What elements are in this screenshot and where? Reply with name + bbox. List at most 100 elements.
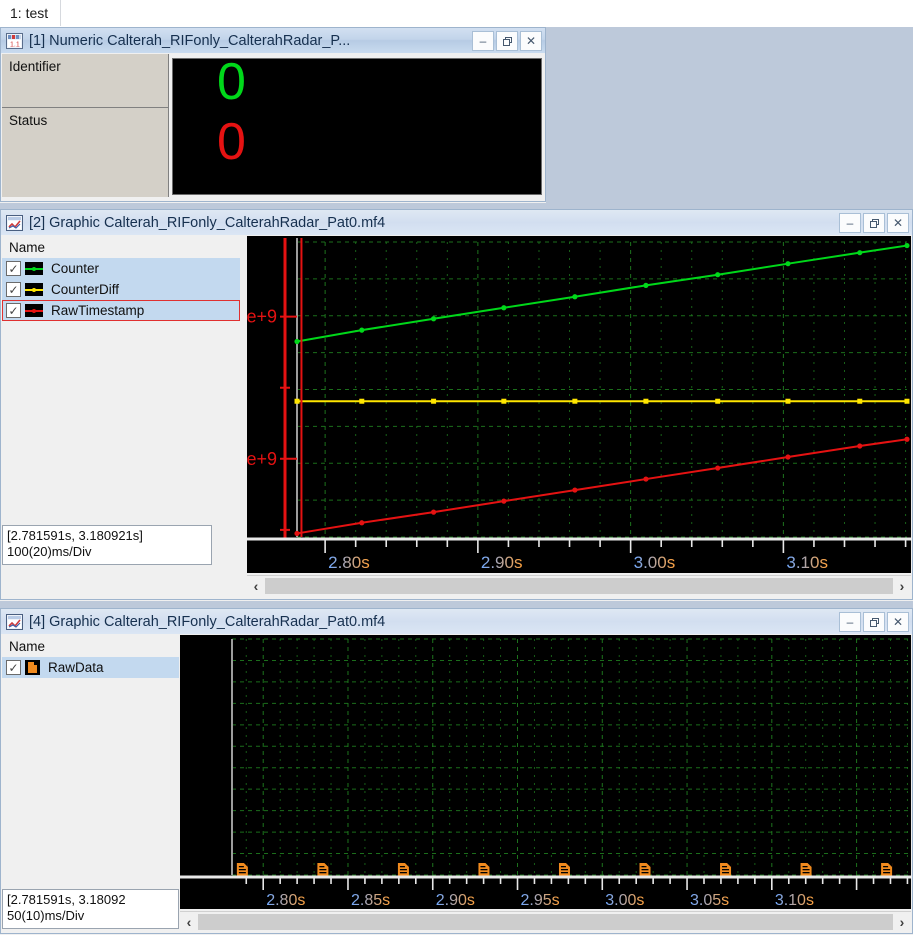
signal-color-swatch bbox=[25, 283, 43, 296]
svg-text:3.00s: 3.00s bbox=[605, 892, 644, 909]
svg-text:2.80s: 2.80s bbox=[328, 553, 370, 572]
graphic-window-icon bbox=[6, 613, 23, 630]
graphic2-plot-area[interactable]: 5e+9 1e+9 2.80s 2.90s 3.00s 3.10s bbox=[247, 236, 911, 573]
graphic2-window-title: [2] Graphic Calterah_RIFonly_CalterahRad… bbox=[29, 214, 386, 231]
signal-name: RawTimestamp bbox=[51, 303, 145, 318]
scroll-left-arrow[interactable]: ‹ bbox=[180, 912, 198, 932]
signal-row-rawtimestamp[interactable]: ✓ RawTimestamp bbox=[2, 300, 240, 321]
signal-list-header-label: Name bbox=[9, 638, 46, 654]
graphic-window-2: [2] Graphic Calterah_RIFonly_CalterahRad… bbox=[0, 209, 913, 601]
scroll-track[interactable] bbox=[198, 912, 893, 932]
signal-row-counter[interactable]: ✓ Counter bbox=[2, 258, 240, 279]
svg-text:5e+9: 5e+9 bbox=[247, 307, 277, 327]
signal-checkbox[interactable]: ✓ bbox=[6, 303, 21, 318]
signal-checkbox[interactable]: ✓ bbox=[6, 660, 21, 675]
svg-text:3.05s: 3.05s bbox=[690, 892, 729, 909]
application-window: 1: test 1.1 [1] Numeric Calterah_RIFonly… bbox=[0, 0, 913, 935]
numeric-window-icon: 1.1 bbox=[6, 32, 23, 49]
graphic2-window-body: Name ✓ Counter ✓ CounterDiff ✓ RawTimest… bbox=[0, 235, 913, 600]
signal-list-header-label: Name bbox=[9, 239, 46, 255]
scroll-right-arrow[interactable]: › bbox=[893, 912, 911, 932]
minimize-button[interactable]: – bbox=[839, 612, 861, 632]
svg-text:2.90s: 2.90s bbox=[481, 553, 523, 572]
svg-text:2.90s: 2.90s bbox=[436, 892, 475, 909]
signal-list-header: Name bbox=[2, 236, 240, 258]
svg-text:1.1: 1.1 bbox=[10, 41, 20, 48]
graphic-window-4: [4] Graphic Calterah_RIFonly_CalterahRad… bbox=[0, 608, 913, 935]
svg-text:3.10s: 3.10s bbox=[775, 892, 814, 909]
signal-color-swatch bbox=[25, 304, 43, 317]
svg-text:2.85s: 2.85s bbox=[351, 892, 390, 909]
restore-icon bbox=[869, 218, 879, 228]
numeric-row-label: Status bbox=[9, 113, 48, 128]
graphic4-hscrollbar[interactable]: ‹ › bbox=[180, 911, 911, 932]
graphic2-plot-canvas: 5e+9 1e+9 2.80s 2.90s 3.00s 3.10s bbox=[247, 236, 911, 573]
signal-name: Counter bbox=[51, 261, 100, 276]
close-button[interactable]: ✕ bbox=[887, 213, 909, 233]
tab-strip: 1: test bbox=[0, 0, 913, 27]
scroll-right-arrow[interactable]: › bbox=[893, 576, 911, 596]
numeric-row-identifier[interactable]: Identifier bbox=[2, 54, 168, 108]
bytes-signal-icon bbox=[25, 660, 40, 675]
graphic4-window-body: Name ✓ RawData [2.781591s, 3.18092 50(10… bbox=[0, 634, 913, 934]
scroll-left-arrow[interactable]: ‹ bbox=[247, 576, 265, 596]
graphic4-window-titlebar[interactable]: [4] Graphic Calterah_RIFonly_CalterahRad… bbox=[0, 608, 913, 634]
mdi-client-area: 1.1 [1] Numeric Calterah_RIFonly_Caltera… bbox=[0, 27, 913, 935]
check-icon: ✓ bbox=[8, 261, 19, 276]
signal-checkbox[interactable]: ✓ bbox=[6, 282, 21, 297]
close-button[interactable]: ✕ bbox=[520, 31, 542, 51]
restore-icon bbox=[502, 36, 512, 46]
graphic-window-icon bbox=[6, 214, 23, 231]
graphic4-status-box: [2.781591s, 3.18092 50(10)ms/Div bbox=[2, 889, 179, 929]
tab-label: 1: test bbox=[10, 5, 49, 21]
graphic2-window-titlebar[interactable]: [2] Graphic Calterah_RIFonly_CalterahRad… bbox=[0, 209, 913, 235]
svg-text:1e+9: 1e+9 bbox=[247, 449, 277, 469]
restore-button[interactable] bbox=[863, 213, 885, 233]
graphic2-hscrollbar[interactable]: ‹ › bbox=[247, 575, 911, 596]
svg-text:3.00s: 3.00s bbox=[634, 553, 676, 572]
numeric-window: 1.1 [1] Numeric Calterah_RIFonly_Caltera… bbox=[0, 27, 546, 203]
graphic4-plot-area[interactable]: 2.80s 2.85s 2.90s 2.95s 3.00s 3.05s 3.10s bbox=[180, 635, 911, 909]
scroll-track[interactable] bbox=[265, 576, 893, 596]
signal-name: CounterDiff bbox=[51, 282, 120, 297]
identifier-value: 0 bbox=[217, 58, 246, 111]
graphic4-signal-panel: Name ✓ RawData bbox=[2, 635, 179, 932]
signal-name: RawData bbox=[48, 660, 104, 675]
graphic2-div-scale: 100(20)ms/Div bbox=[7, 544, 92, 559]
signal-color-swatch bbox=[25, 262, 43, 275]
signal-row-rawdata[interactable]: ✓ RawData bbox=[2, 657, 179, 678]
graphic2-time-range: [2.781591s, 3.180921s] bbox=[7, 528, 143, 543]
svg-text:2.80s: 2.80s bbox=[266, 892, 305, 909]
restore-icon bbox=[869, 617, 879, 627]
signal-checkbox[interactable]: ✓ bbox=[6, 261, 21, 276]
status-value: 0 bbox=[217, 113, 246, 171]
graphic4-window-title: [4] Graphic Calterah_RIFonly_CalterahRad… bbox=[29, 613, 386, 630]
graphic4-plot-canvas: 2.80s 2.85s 2.90s 2.95s 3.00s 3.05s 3.10s bbox=[180, 635, 911, 909]
numeric-row-label: Identifier bbox=[9, 59, 61, 74]
restore-button[interactable] bbox=[863, 612, 885, 632]
check-icon: ✓ bbox=[8, 282, 19, 297]
signal-row-counterdiff[interactable]: ✓ CounterDiff bbox=[2, 279, 240, 300]
signal-list-header: Name bbox=[2, 635, 179, 657]
svg-text:2.95s: 2.95s bbox=[521, 892, 560, 909]
numeric-window-titlebar[interactable]: 1.1 [1] Numeric Calterah_RIFonly_Caltera… bbox=[0, 27, 546, 53]
tab-test[interactable]: 1: test bbox=[0, 0, 62, 26]
minimize-button[interactable]: – bbox=[839, 213, 861, 233]
check-icon: ✓ bbox=[8, 303, 19, 318]
numeric-window-title: [1] Numeric Calterah_RIFonly_CalterahRad… bbox=[29, 32, 351, 49]
numeric-label-grid: Identifier Status bbox=[2, 54, 169, 197]
numeric-value-display: 0 0 bbox=[172, 58, 542, 195]
graphic4-div-scale: 50(10)ms/Div bbox=[7, 908, 85, 923]
check-icon: ✓ bbox=[8, 660, 19, 675]
close-button[interactable]: ✕ bbox=[887, 612, 909, 632]
restore-button[interactable] bbox=[496, 31, 518, 51]
graphic4-time-range: [2.781591s, 3.18092 bbox=[7, 892, 126, 907]
graphic2-status-box: [2.781591s, 3.180921s] 100(20)ms/Div bbox=[2, 525, 212, 565]
numeric-window-buttons: – ✕ bbox=[472, 31, 542, 51]
scroll-thumb[interactable] bbox=[265, 578, 893, 594]
minimize-button[interactable]: – bbox=[472, 31, 494, 51]
numeric-window-body: Identifier Status 0 0 bbox=[0, 53, 546, 202]
scroll-thumb[interactable] bbox=[198, 914, 893, 930]
numeric-row-status[interactable]: Status bbox=[2, 108, 168, 162]
svg-text:3.10s: 3.10s bbox=[786, 553, 828, 572]
